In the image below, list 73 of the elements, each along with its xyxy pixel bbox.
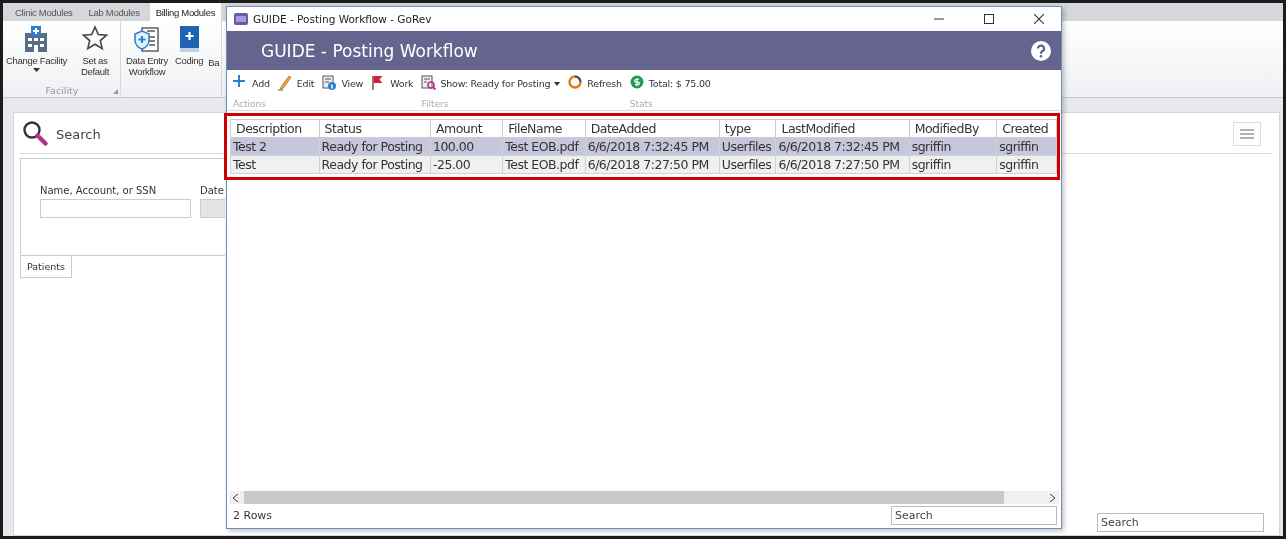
- app-icon: [234, 12, 248, 26]
- table-cell: Userfiles: [719, 155, 776, 174]
- column-header[interactable]: ModifiedBy: [909, 119, 997, 138]
- hospital-icon: [23, 25, 50, 53]
- search-field[interactable]: Search: [891, 505, 1057, 525]
- table-cell: -25.00: [430, 155, 503, 174]
- column-header[interactable]: FileName: [502, 119, 586, 138]
- input-field[interactable]: [40, 199, 191, 218]
- tab[interactable]: Patients: [20, 256, 73, 278]
- table-cell: Test EOB.pdf: [502, 137, 586, 156]
- column-header[interactable]: DateAdded: [585, 119, 720, 138]
- book-icon: [177, 25, 202, 53]
- table-cell: sgriffin: [996, 155, 1057, 174]
- ribbon-tab[interactable]: Billing Modules: [149, 3, 222, 21]
- ribbon-button[interactable]: Change Facility: [6, 25, 67, 83]
- table-cell: sgriffin: [909, 137, 997, 156]
- table-cell: 6/6/2018 7:32:45 PM: [585, 137, 720, 156]
- toolbar-button[interactable]: Total: $ 75.00: [629, 74, 711, 92]
- group-label: Stats: [629, 99, 654, 109]
- maximize-icon: [983, 14, 994, 24]
- table-cell: Userfiles: [719, 137, 776, 156]
- close-icon: [1033, 14, 1044, 24]
- table-cell: 6/6/2018 7:27:50 PM: [776, 155, 910, 174]
- toolbar-button[interactable]: View: [322, 74, 364, 92]
- column-header[interactable]: Amount: [430, 119, 503, 138]
- refresh-icon: [568, 75, 584, 91]
- table-cell: Test: [230, 155, 320, 174]
- group-label: Facility: [45, 84, 79, 96]
- toolbar-button[interactable]: Show: Ready for Posting: [421, 74, 561, 92]
- column-header[interactable]: Status: [319, 119, 431, 138]
- document-info-icon: [322, 75, 338, 91]
- group-label: Actions: [233, 99, 267, 109]
- menu-button[interactable]: [1233, 122, 1261, 146]
- star-icon: [82, 25, 108, 53]
- search-icon: [22, 120, 50, 148]
- table-cell: Test 2: [230, 137, 320, 156]
- dollar-coin-icon: [629, 75, 645, 91]
- document-search-icon: [421, 75, 437, 91]
- field-label: Date: [200, 185, 225, 196]
- field-label: Name, Account, or SSN: [40, 185, 158, 196]
- table-cell: sgriffin: [909, 155, 997, 174]
- ribbon-button[interactable]: Set as Default: [72, 25, 118, 83]
- expand-icon: [113, 89, 118, 94]
- ribbon-tab[interactable]: Clinic Modules: [9, 3, 79, 21]
- window-title: GUIDE - Posting Workflow - GoRev: [253, 13, 432, 25]
- ribbon-tab[interactable]: Lab Modules: [82, 3, 146, 21]
- clipboard-shield-icon: [133, 25, 161, 53]
- menu-icon: [1240, 129, 1254, 139]
- toolbar-button[interactable]: Work: [371, 74, 414, 92]
- ribbon-button[interactable]: Ba: [208, 25, 220, 83]
- pencil-icon: [277, 75, 293, 91]
- toolbar-button[interactable]: Refresh: [568, 74, 622, 92]
- table-cell: 6/6/2018 7:27:50 PM: [585, 155, 720, 174]
- table-cell: sgriffin: [996, 137, 1057, 156]
- search-field[interactable]: Search: [1097, 513, 1264, 532]
- column-header[interactable]: type: [719, 119, 776, 138]
- table-cell: Ready for Posting: [319, 137, 431, 156]
- panel-title: Search: [56, 126, 101, 142]
- ribbon-button[interactable]: Coding: [175, 25, 204, 83]
- table-cell: Test EOB.pdf: [502, 155, 586, 174]
- table-cell: 100.00: [430, 137, 503, 156]
- toolbar-button[interactable]: Edit: [277, 74, 315, 92]
- table-cell: 6/6/2018 7:32:45 PM: [776, 137, 910, 156]
- table-cell: Ready for Posting: [319, 155, 431, 174]
- dialog-heading: GUIDE - Posting Workflow: [261, 40, 478, 61]
- column-header[interactable]: LastModified: [776, 119, 910, 138]
- help-icon: [1031, 40, 1051, 61]
- column-header[interactable]: Created: [996, 119, 1057, 138]
- ribbon-button[interactable]: Data Entry Workflow: [124, 25, 170, 83]
- column-header[interactable]: Description: [230, 119, 320, 138]
- row-count: 2 Rows: [233, 508, 273, 522]
- toolbar-button[interactable]: Add: [233, 74, 270, 92]
- group-label: Filters: [421, 99, 450, 109]
